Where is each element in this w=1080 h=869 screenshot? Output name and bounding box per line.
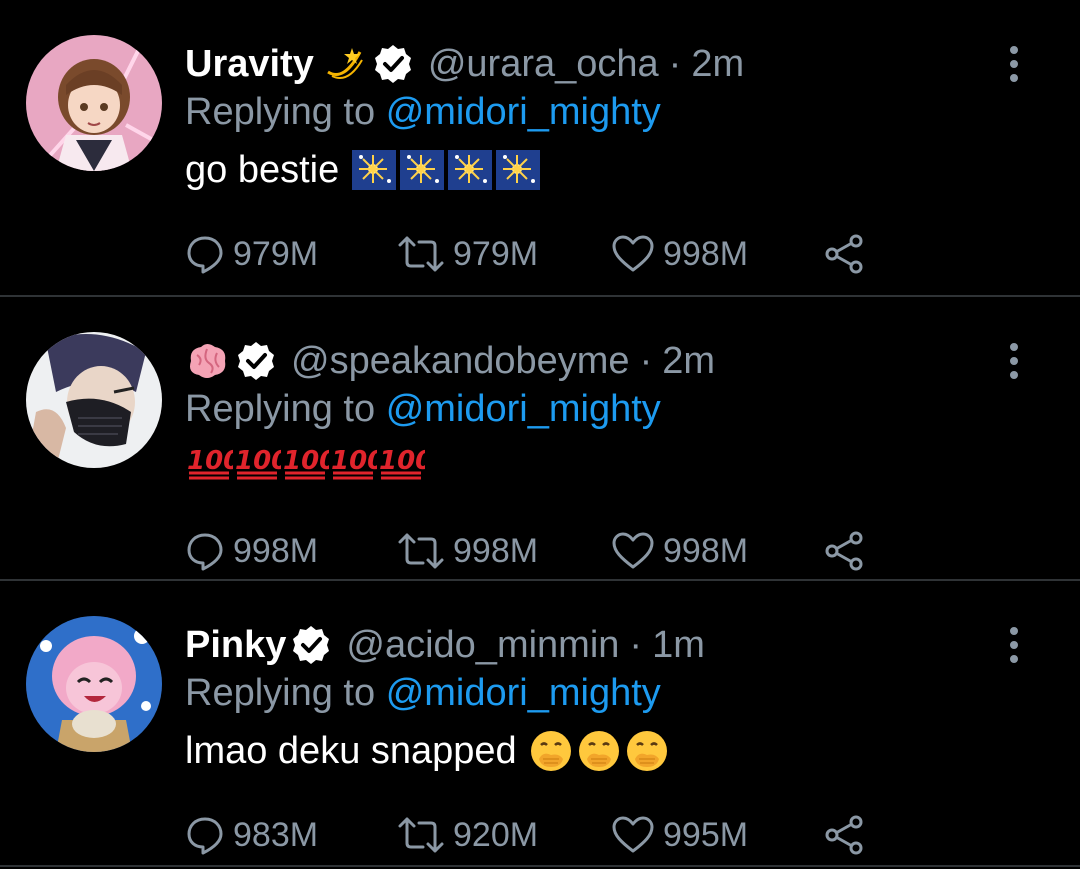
retweet-count: 920M (453, 815, 539, 854)
heart-icon (612, 816, 654, 853)
separator-dot: · (639, 340, 653, 382)
retweet-button[interactable]: 998M (397, 531, 611, 571)
tweet[interactable]: Pinky @acido_minmin · 1m Replying to @mi… (0, 581, 1080, 867)
share-icon (825, 815, 863, 855)
replying-to-label: Replying to (185, 388, 376, 430)
replying-to-mention[interactable]: @midori_mighty (386, 388, 661, 430)
reply-button[interactable]: 983M (185, 815, 397, 855)
tweet-header: Uravity @urara_ocha · 2m (185, 40, 960, 88)
like-count: 995M (663, 815, 749, 854)
fireworks-emoji-icon (352, 150, 397, 190)
fireworks-emoji-icon (448, 150, 493, 190)
hundred-points-emoji-icon: 100 (283, 446, 329, 480)
like-button[interactable]: 998M (611, 531, 823, 571)
reply-count: 983M (233, 815, 319, 854)
like-count: 998M (663, 531, 749, 570)
retweet-button[interactable]: 920M (397, 815, 611, 855)
more-options-icon[interactable] (1006, 625, 1022, 665)
hundred-points-emoji-icon: 100 (235, 446, 281, 480)
face-with-hand-over-mouth-emoji-icon (578, 731, 619, 771)
verified-badge-icon (290, 624, 332, 666)
user-handle[interactable]: @urara_ocha (428, 40, 659, 88)
display-name[interactable]: Pinky (185, 621, 286, 669)
face-with-hand-over-mouth-emoji-row (529, 729, 669, 773)
tweet-actions: 979M 979M 998M (185, 230, 865, 278)
like-count: 998M (663, 234, 749, 273)
retweet-button[interactable]: 979M (397, 234, 611, 274)
verified-badge-icon (235, 340, 277, 382)
replying-to-line: Replying to @midori_mighty (185, 669, 960, 717)
retweet-icon (398, 817, 444, 853)
reply-icon (187, 817, 223, 855)
hundred-points-emoji-icon: 100 (331, 446, 377, 480)
more-options-icon[interactable] (1006, 341, 1022, 381)
retweet-icon (398, 236, 444, 272)
verified-badge-icon (372, 43, 414, 85)
reply-icon (187, 236, 223, 274)
share-icon (825, 234, 863, 274)
retweet-icon (398, 533, 444, 569)
replying-to-label: Replying to (185, 672, 376, 714)
fireworks-emoji-row (351, 147, 541, 193)
timestamp[interactable]: 1m (652, 621, 705, 669)
user-handle[interactable]: @acido_minmin (346, 621, 619, 669)
share-button[interactable] (823, 815, 865, 855)
avatar[interactable] (26, 616, 162, 752)
reply-count: 998M (233, 531, 319, 570)
heart-icon (612, 532, 654, 569)
replying-to-line: Replying to @midori_mighty (185, 88, 960, 136)
tweet-text: 100 100 100 100 100 (185, 437, 960, 483)
reply-feed: Uravity @urara_ocha · 2m Replying to @mi… (0, 0, 1080, 869)
share-button[interactable] (823, 531, 865, 571)
replying-to-line: Replying to @midori_mighty (185, 385, 960, 433)
more-options-icon[interactable] (1006, 44, 1022, 84)
tweet[interactable]: @speakandobeyme · 2m Replying to @midori… (0, 297, 1080, 581)
reply-icon (187, 533, 223, 571)
timestamp[interactable]: 2m (662, 337, 715, 385)
tweet-actions: 998M 998M 998M (185, 527, 865, 575)
tweet-text-content: go bestie (185, 149, 340, 191)
separator-dot: · (668, 43, 682, 85)
fireworks-emoji-icon (496, 150, 541, 190)
replying-to-mention[interactable]: @midori_mighty (386, 91, 661, 133)
fireworks-emoji-icon (400, 150, 445, 190)
share-icon (825, 531, 863, 571)
tweet[interactable]: Uravity @urara_ocha · 2m Replying to @mi… (0, 0, 1080, 297)
tweet-actions: 983M 920M 995M (185, 811, 865, 859)
retweet-count: 979M (453, 234, 539, 273)
dizzy-emoji-icon (322, 42, 366, 86)
hundred-points-emoji-row: 100 100 100 100 100 (185, 437, 425, 483)
like-button[interactable]: 995M (611, 815, 823, 855)
avatar[interactable] (26, 332, 162, 468)
share-button[interactable] (823, 234, 865, 274)
face-with-hand-over-mouth-emoji-icon (626, 731, 667, 771)
tweet-header: Pinky @acido_minmin · 1m (185, 621, 960, 669)
tweet-text: lmao deku snapped (185, 721, 960, 781)
retweet-count: 998M (453, 531, 539, 570)
face-with-hand-over-mouth-emoji-icon (530, 731, 571, 771)
replying-to-mention[interactable]: @midori_mighty (386, 672, 661, 714)
hundred-points-emoji-icon: 100 (379, 446, 425, 480)
reply-count: 979M (233, 234, 319, 273)
display-name[interactable]: Uravity (185, 40, 314, 88)
tweet-text-content: lmao deku snapped (185, 730, 517, 772)
tweet-text: go bestie (185, 140, 960, 200)
like-button[interactable]: 998M (611, 234, 823, 274)
user-handle[interactable]: @speakandobeyme (291, 337, 630, 385)
brain-emoji-icon (185, 339, 229, 383)
separator-dot: · (629, 624, 643, 666)
tweet-header: @speakandobeyme · 2m (185, 337, 960, 385)
reply-button[interactable]: 979M (185, 234, 397, 274)
heart-icon (612, 235, 654, 272)
timestamp[interactable]: 2m (691, 40, 744, 88)
avatar[interactable] (26, 35, 162, 171)
reply-button[interactable]: 998M (185, 531, 397, 571)
replying-to-label: Replying to (185, 91, 376, 133)
hundred-points-emoji-icon: 100 (187, 446, 233, 480)
